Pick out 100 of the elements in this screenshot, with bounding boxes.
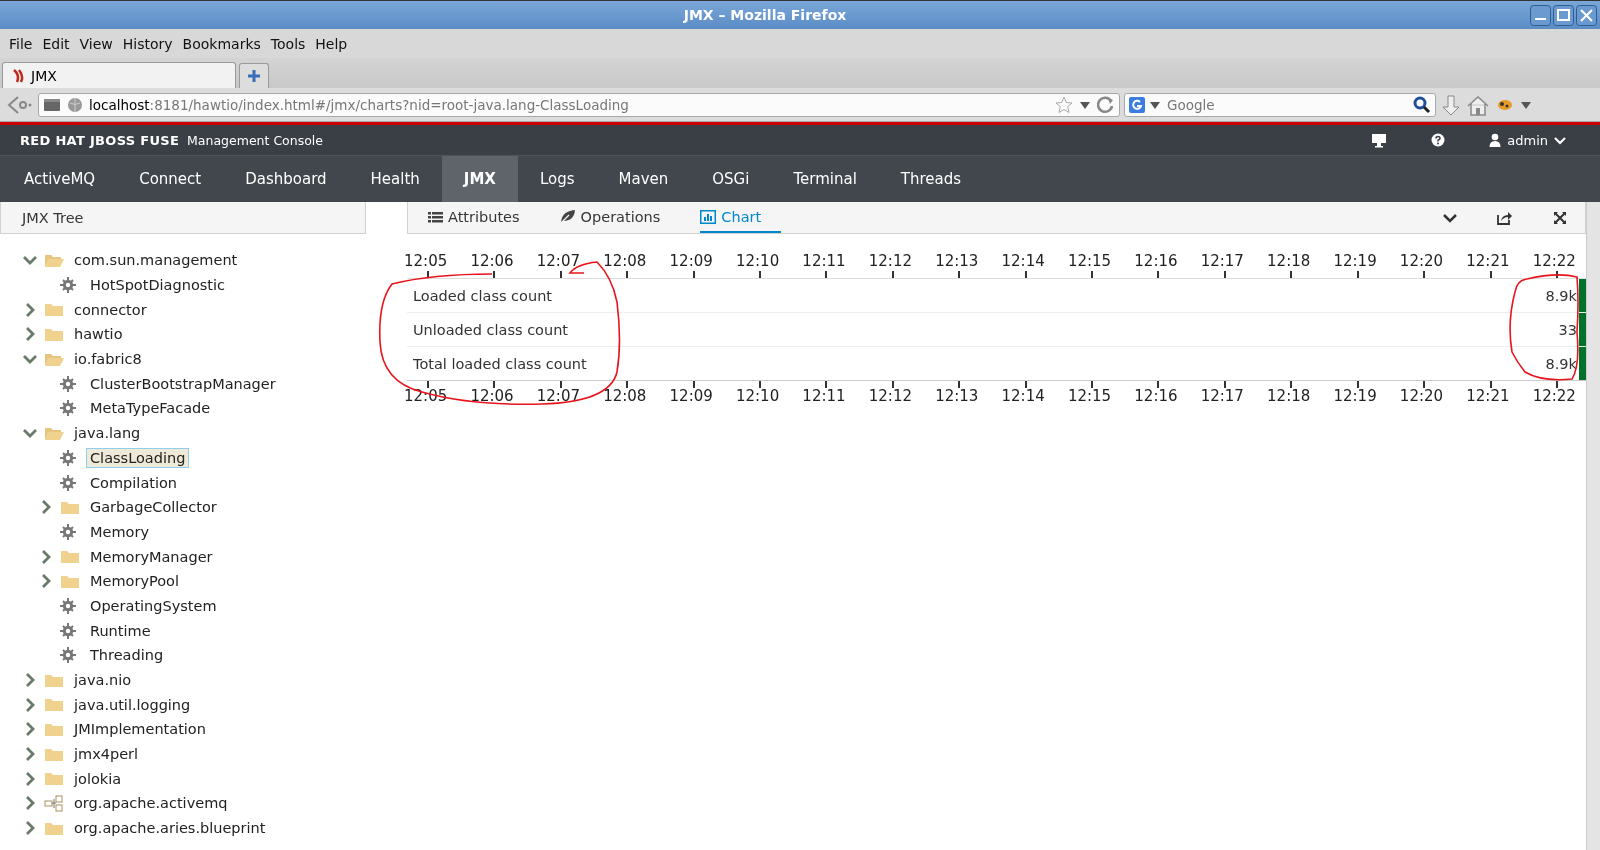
menu-item[interactable]: View [74, 35, 118, 52]
tree-item[interactable]: jolokia [70, 768, 126, 789]
axis-label: 12:05 [404, 387, 448, 405]
gear-icon [60, 474, 76, 491]
metric-label: Total loaded class count [413, 355, 587, 372]
axis-label: 12:22 [1532, 252, 1576, 270]
axis-label: 12:15 [1067, 252, 1112, 270]
tree-item[interactable]: connector [70, 299, 151, 320]
tree-item[interactable]: io.fabric8 [70, 349, 146, 370]
tree-item[interactable]: Runtime [86, 620, 155, 641]
menu-item[interactable]: Help [310, 35, 353, 52]
download-icon[interactable] [1440, 93, 1462, 116]
tree-item[interactable]: ClassLoading [86, 447, 190, 468]
nav-tab[interactable]: Logs [517, 156, 597, 202]
folder-icon [44, 301, 64, 319]
gear-icon [60, 449, 76, 466]
leaf-icon [559, 209, 576, 224]
search-engine-icon[interactable] [1129, 96, 1145, 113]
search-input[interactable]: Google [1165, 95, 1409, 114]
nav-tab[interactable]: ActiveMQ [2, 156, 118, 202]
metric-value: 33 [1558, 321, 1577, 338]
axis-label: 12:19 [1333, 387, 1377, 405]
maximize-icon[interactable] [1553, 4, 1574, 26]
tree-item[interactable]: OperatingSystem [86, 595, 221, 616]
axis-label: 12:16 [1134, 252, 1178, 270]
back-icon[interactable] [6, 93, 34, 116]
tree-item[interactable]: java.nio [70, 670, 136, 691]
tree-item[interactable]: GarbageCollector [86, 497, 221, 518]
folder-icon [44, 770, 64, 788]
star-icon[interactable] [1055, 95, 1073, 114]
nav-tab[interactable]: Connect [117, 156, 224, 202]
tree-item[interactable]: java.lang [70, 423, 145, 444]
chevron-down-icon[interactable] [1443, 212, 1457, 223]
tree-item[interactable]: MetaTypeFacade [86, 398, 215, 419]
tree-item[interactable]: MemoryManager [86, 546, 217, 567]
expand-icon[interactable] [1553, 210, 1567, 225]
axis-label: 12:11 [802, 387, 846, 405]
menu-item[interactable]: History [117, 35, 178, 52]
close-icon[interactable] [1576, 4, 1597, 26]
nav-tab[interactable]: Health [348, 156, 442, 202]
share-icon[interactable] [1497, 209, 1513, 226]
tree-item[interactable]: org.apache.aries.blueprint [70, 818, 270, 839]
tree-item[interactable]: MemoryPool [86, 571, 183, 592]
search-icon[interactable] [1413, 95, 1431, 114]
chevron-down-icon [1554, 135, 1566, 145]
panel-tab[interactable]: Chart [700, 202, 782, 233]
user-menu[interactable]: admin [1489, 132, 1566, 148]
axis-label: 12:09 [669, 387, 713, 405]
panel-tab[interactable]: Attributes [428, 202, 540, 233]
tree-item[interactable]: hawtio [70, 324, 127, 345]
browser-tab[interactable]: JMX [2, 62, 236, 88]
network-icon [44, 794, 64, 812]
tree-item[interactable]: JMImplementation [70, 719, 210, 740]
tree-item[interactable]: Memory [86, 521, 153, 542]
axis-label: 12:13 [935, 387, 979, 405]
reload-icon[interactable] [1097, 95, 1115, 114]
panel-tab[interactable]: Operations [559, 202, 681, 233]
axis-label: 12:14 [1001, 387, 1045, 405]
monitor-icon[interactable] [1371, 132, 1388, 148]
address-bar[interactable]: localhost:8181/hawtio/index.html#/jmx/charts?nid=root-java.lang-ClassLoading [38, 92, 1120, 117]
brand-logo: RED HAT JBOSS FUSE [20, 132, 180, 148]
nav-tab[interactable]: Threads [878, 156, 984, 202]
tree-item[interactable]: org.apache.activemq [70, 793, 232, 814]
axis-label: 12:17 [1200, 252, 1244, 270]
menu-item[interactable]: Tools [265, 35, 311, 52]
tree-item[interactable]: com.sun.management [70, 250, 242, 271]
panel-title: JMX Tree [22, 209, 84, 226]
help-icon[interactable] [1431, 133, 1446, 147]
minimize-icon[interactable] [1530, 4, 1551, 26]
axis-label: 12:20 [1399, 387, 1444, 405]
axis-label: 12:10 [735, 252, 780, 270]
tree-item[interactable]: Threading [86, 645, 168, 666]
metric-label: Loaded class count [413, 287, 553, 304]
globe-icon [67, 96, 83, 113]
gear-icon [60, 597, 76, 614]
app-subtitle: Management Console [187, 132, 323, 148]
menu-item[interactable]: Edit [37, 35, 75, 52]
axis-label: 12:11 [802, 252, 846, 270]
nav-tab[interactable]: Dashboard [223, 156, 349, 202]
tree-item[interactable]: jmx4perl [70, 744, 143, 765]
list-icon [428, 210, 443, 223]
tree-item[interactable]: java.util.logging [70, 694, 195, 715]
scrollbar[interactable] [1586, 202, 1600, 850]
new-tab-button[interactable] [239, 63, 269, 88]
nav-tab[interactable]: JMX [441, 156, 518, 202]
axis-label: 12:16 [1134, 387, 1178, 405]
menu-item[interactable]: File [4, 35, 38, 52]
nav-tab[interactable]: Terminal [771, 156, 879, 202]
gear-icon [60, 277, 76, 294]
tree-item[interactable]: ClusterBootstrapManager [86, 373, 280, 394]
menu-item[interactable]: Bookmarks [177, 35, 266, 52]
tree-item[interactable]: HotSpotDiagnostic [86, 275, 229, 296]
axis-label: 12:08 [603, 252, 647, 270]
nav-tab[interactable]: Maven [596, 156, 691, 202]
axis-label: 12:07 [536, 387, 580, 405]
user-icon [1489, 133, 1502, 147]
tree-item[interactable]: Compilation [86, 472, 182, 493]
search-field[interactable]: Google [1124, 92, 1436, 117]
nav-tab[interactable]: OSGi [690, 156, 772, 202]
home-icon[interactable] [1466, 93, 1490, 116]
